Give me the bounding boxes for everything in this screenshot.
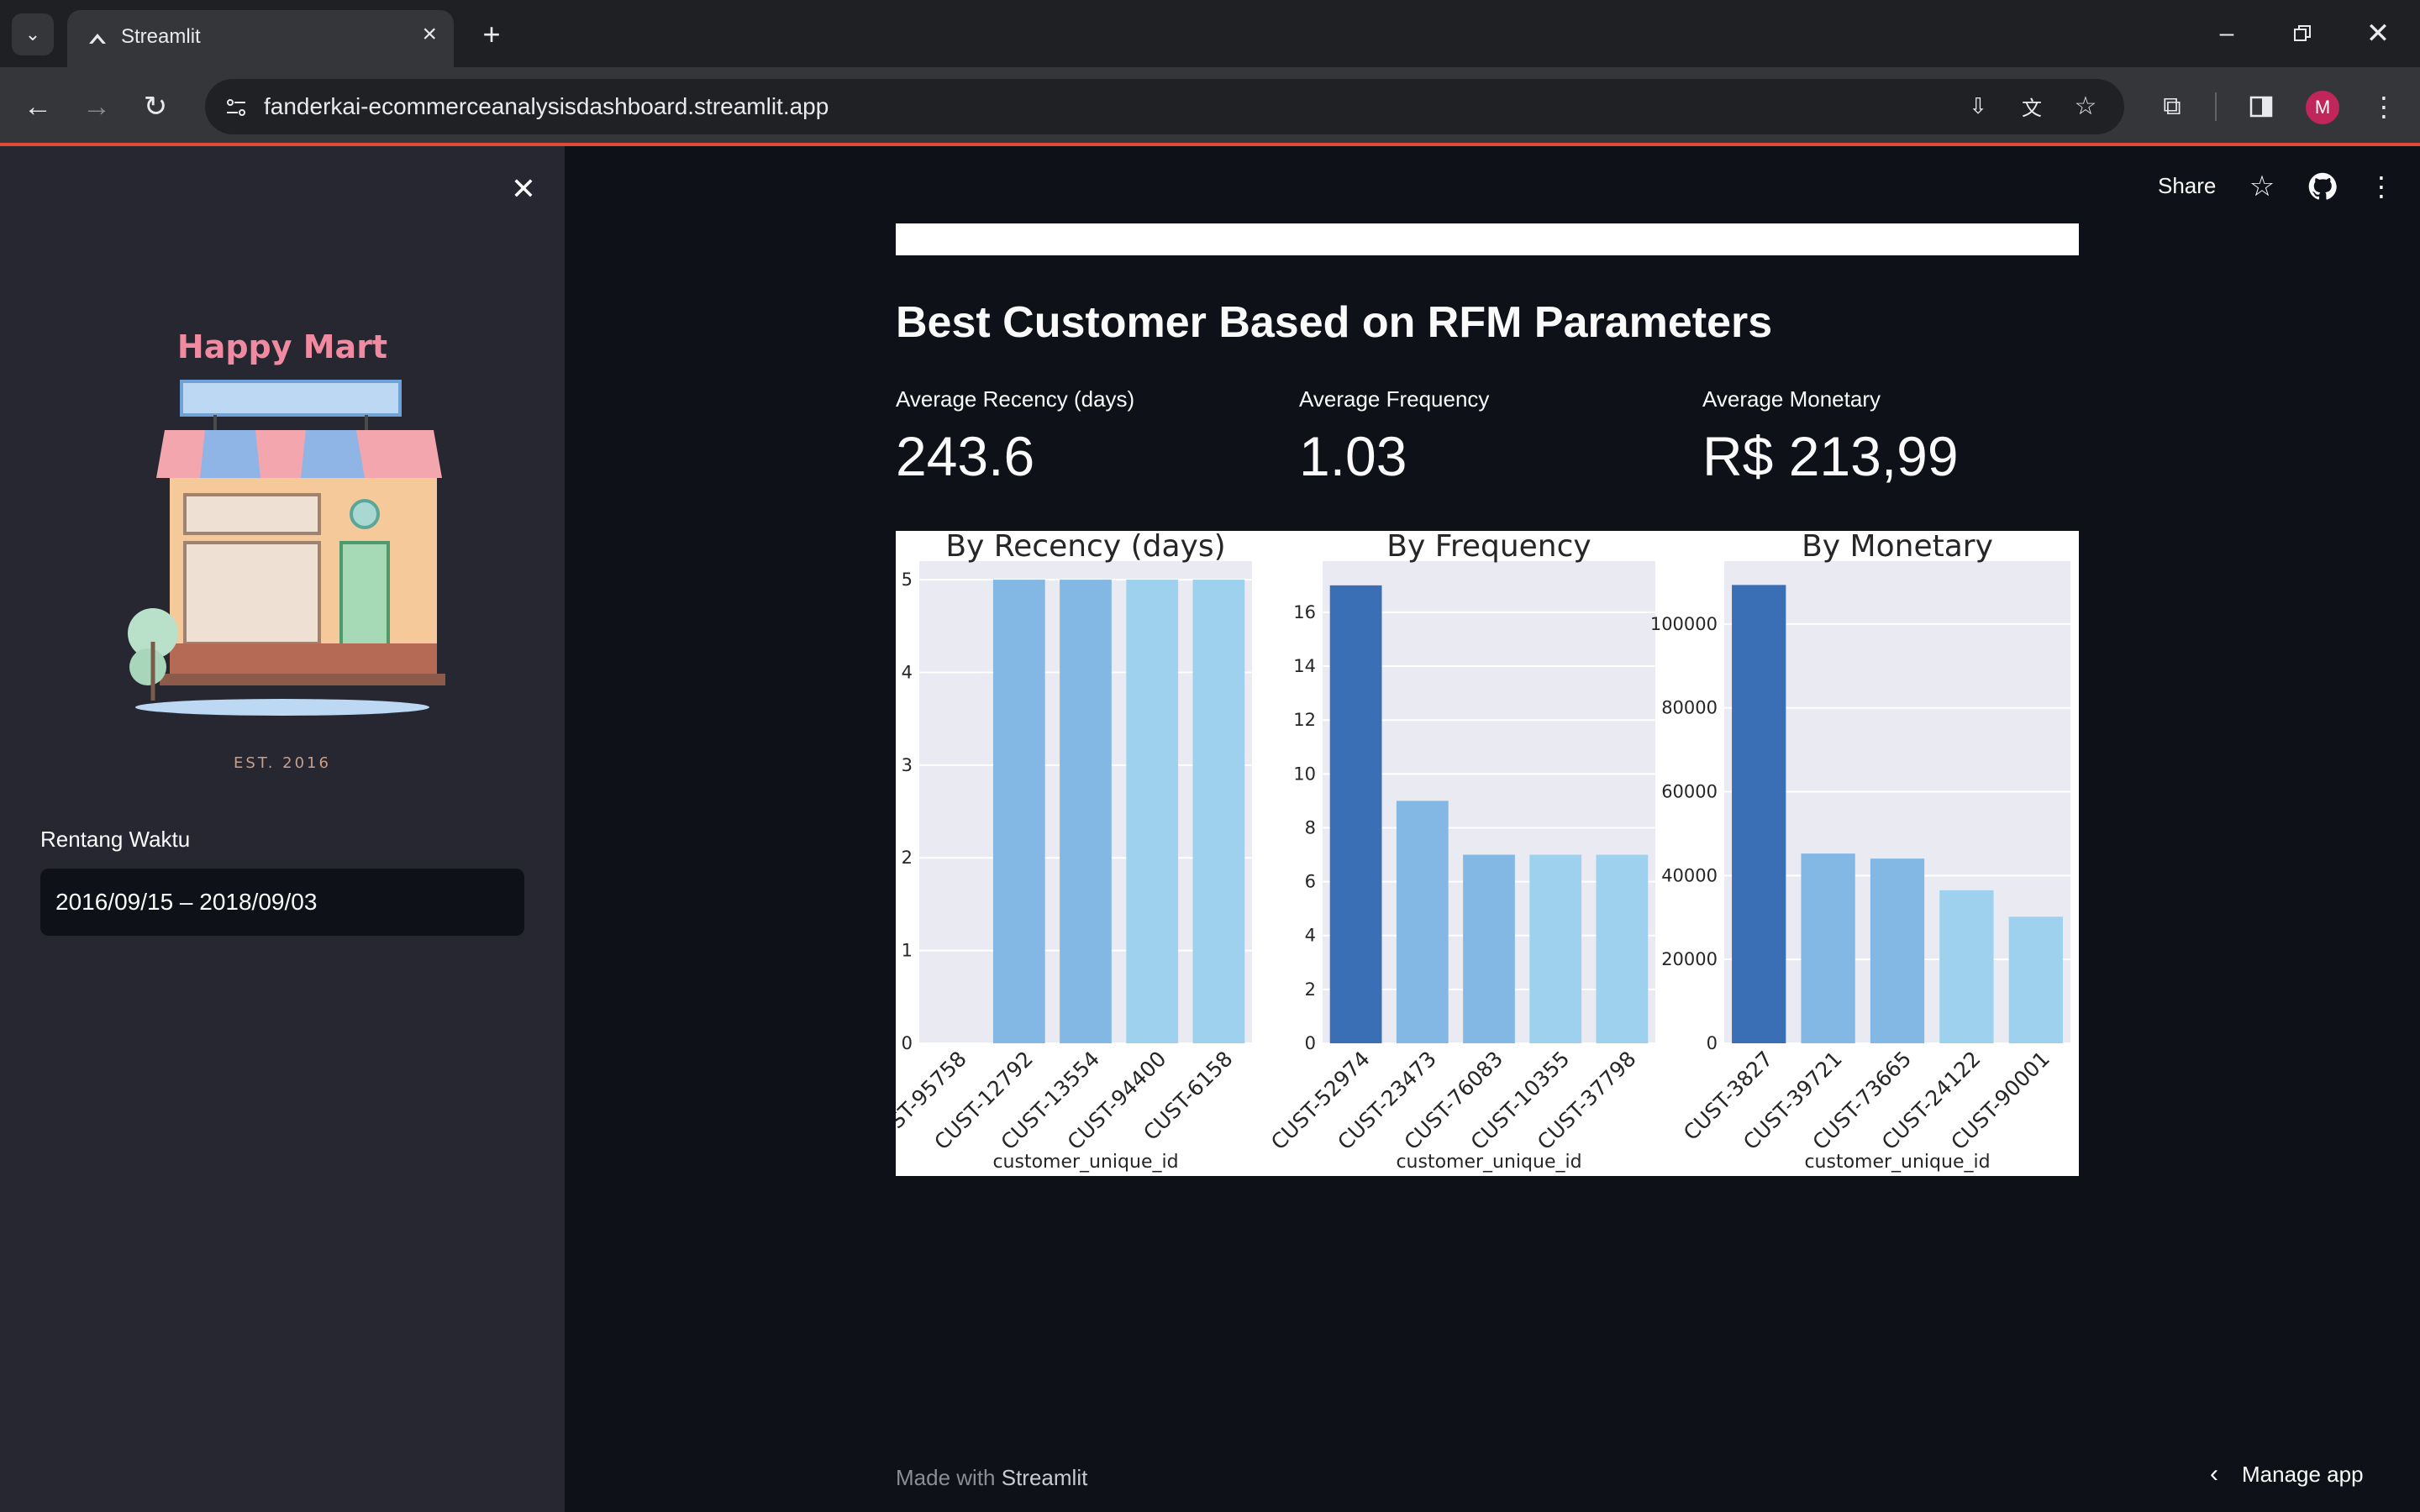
metric-value: R$ 213,99 [1702, 425, 1959, 487]
bar [1529, 854, 1582, 1043]
y-tick-label: 5 [902, 570, 913, 590]
tab-title: Streamlit [121, 25, 201, 48]
y-tick-label: 0 [902, 1033, 913, 1053]
rfm-chart-figure: 0 1 2 3 4 5 CUST-95758 CUST-12792 CUST-13554 CUST… [863, 529, 2079, 1176]
browser-menu-icon[interactable]: ⋮ [2363, 86, 2405, 128]
bookmark-star-icon[interactable]: ☆ [2069, 89, 2102, 123]
footer: Made with Streamlit [896, 1465, 1087, 1491]
bar [1596, 854, 1649, 1043]
chart-title: By Recency (days) [945, 531, 1225, 564]
chart-title: By Monetary [1802, 531, 1993, 564]
new-tab-button[interactable]: + [471, 13, 513, 55]
y-tick-label: 20000 [1661, 949, 1718, 969]
date-range-input[interactable]: 2016/09/15 – 2018/09/03 [40, 869, 524, 936]
manage-app-button[interactable]: ‹ Manage app [2210, 1460, 2364, 1488]
install-app-icon[interactable]: ⇩ [1961, 89, 1995, 123]
metric-monetary: Average Monetary R$ 213,99 [1702, 386, 1959, 488]
browser-tab[interactable]: Streamlit × [67, 10, 454, 67]
bar [1939, 890, 1994, 1043]
tab-search-button[interactable]: ⌄ [12, 13, 54, 55]
page-title: Best Customer Based on RFM Parameters [896, 298, 1773, 347]
bar [1126, 580, 1179, 1043]
back-arrow-icon[interactable]: ← [17, 86, 59, 128]
footer-made-with: Made with [896, 1465, 996, 1490]
rfm-bar-charts: 012345CUST-95758CUST-12792CUST-13554CUST… [863, 529, 2070, 1173]
address-bar[interactable]: fanderkai-ecommerceanalysisdashboard.str… [205, 79, 2124, 134]
y-tick-label: 8 [1305, 817, 1316, 837]
bar [2008, 916, 2063, 1043]
top-white-bar [896, 223, 2079, 255]
share-button[interactable]: Share [2158, 173, 2216, 199]
bar [1801, 853, 1855, 1043]
streamlit-favicon-icon [87, 29, 108, 49]
footer-streamlit-link[interactable]: Streamlit [1002, 1465, 1088, 1490]
chevron-left-icon: ‹ [2210, 1460, 2218, 1488]
bar [1060, 580, 1112, 1043]
browser-toolbar: ← → ↻ fanderkai-ecommerceanalysisdashboa… [0, 67, 2420, 146]
side-panel-icon[interactable] [2240, 86, 2282, 128]
metric-value: 1.03 [1299, 425, 1407, 487]
y-tick-label: 60000 [1661, 782, 1718, 802]
x-axis-label: customer_unique_id [992, 1152, 1178, 1173]
restore-window-button[interactable] [2277, 12, 2328, 55]
logo-subtext: EST. 2016 [234, 754, 331, 772]
bar [1329, 585, 1382, 1043]
star-icon[interactable]: ☆ [2244, 168, 2281, 205]
y-tick-label: 4 [902, 662, 913, 682]
metric-value: 243.6 [896, 425, 1035, 487]
y-tick-label: 40000 [1661, 865, 1718, 885]
bar [1463, 854, 1515, 1043]
metric-label: Average Recency (days) [896, 386, 1135, 412]
bar [992, 580, 1045, 1043]
y-tick-label: 0 [1305, 1033, 1316, 1053]
bar [1192, 580, 1245, 1043]
extensions-icon[interactable]: ⧉ [2151, 86, 2193, 128]
y-tick-label: 3 [902, 755, 913, 775]
x-axis-label: customer_unique_id [1396, 1152, 1581, 1173]
tab-close-icon[interactable]: × [422, 20, 437, 49]
app-menu-icon[interactable]: ⋮ [2365, 168, 2398, 205]
minimize-window-button[interactable]: – [2202, 12, 2252, 55]
y-tick-label: 2 [1305, 979, 1316, 1000]
url-text: fanderkai-ecommerceanalysisdashboard.str… [264, 93, 829, 119]
y-tick-label: 14 [1293, 656, 1316, 676]
toolbar-divider [2215, 92, 2217, 121]
y-tick-label: 10 [1293, 764, 1316, 784]
chart-title: By Frequency [1386, 531, 1591, 564]
metric-recency: Average Recency (days) 243.6 [896, 386, 1134, 488]
forward-arrow-icon[interactable]: → [76, 86, 118, 128]
manage-app-label: Manage app [2242, 1461, 2364, 1487]
y-tick-label: 1 [902, 941, 913, 961]
reload-icon[interactable]: ↻ [134, 86, 176, 128]
metric-label: Average Monetary [1702, 386, 1881, 412]
logo-title: Happy Mart [177, 328, 387, 365]
x-axis-label: customer_unique_id [1804, 1152, 1990, 1173]
metric-label: Average Frequency [1299, 386, 1490, 412]
close-sidebar-icon[interactable]: ✕ [502, 168, 544, 210]
github-icon[interactable] [2304, 168, 2341, 205]
site-info-icon[interactable] [224, 95, 249, 120]
store-logo: Happy Mart EST. 2016 [114, 323, 450, 911]
date-range-label: Rentang Waktu [40, 827, 191, 852]
y-tick-label: 2 [902, 848, 913, 868]
y-tick-label: 0 [1707, 1033, 1718, 1053]
translate-icon[interactable]: 文 [2015, 89, 2049, 123]
metric-frequency: Average Frequency 1.03 [1299, 386, 1489, 488]
y-tick-label: 16 [1293, 602, 1316, 622]
close-window-button[interactable]: ✕ [2353, 12, 2403, 55]
bar [1396, 801, 1449, 1043]
bar [1870, 858, 1925, 1043]
y-tick-label: 6 [1305, 872, 1316, 892]
profile-avatar[interactable]: M [2306, 91, 2339, 124]
sidebar: ✕ Happy Mart EST. 2016 Rentang Waktu 201… [0, 146, 565, 1512]
y-tick-label: 80000 [1661, 698, 1718, 718]
browser-tab-strip: ⌄ Streamlit × + – ✕ [0, 0, 2420, 67]
y-tick-label: 4 [1305, 926, 1316, 946]
y-tick-label: 100000 [1650, 614, 1718, 634]
y-tick-label: 12 [1293, 710, 1316, 730]
bar [1732, 585, 1786, 1043]
